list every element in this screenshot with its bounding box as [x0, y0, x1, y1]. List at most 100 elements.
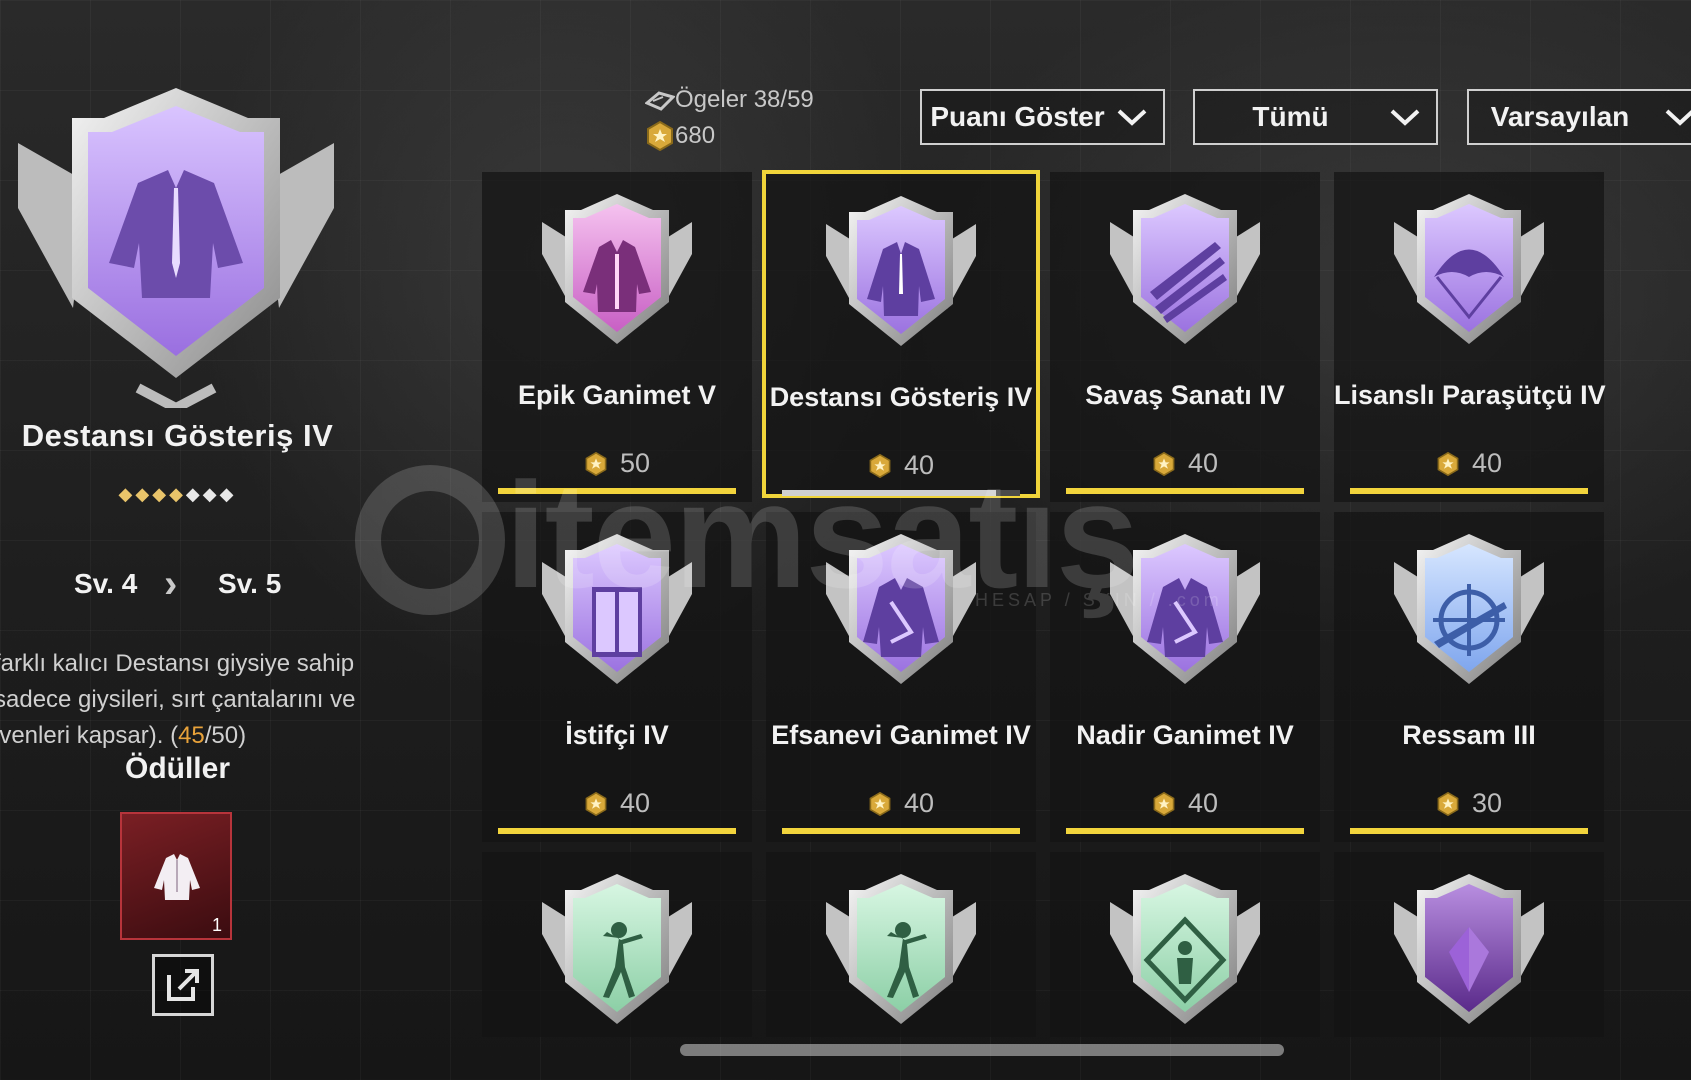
next-level: Sv. 5	[218, 568, 282, 599]
achievement-name: Destansı Gösteriş IV	[769, 382, 1033, 412]
star-filled-icon: ◆	[118, 484, 136, 504]
achievement-points: 40	[766, 788, 1036, 819]
suit-jacket-icon	[826, 196, 976, 346]
parachute-icon	[1394, 194, 1544, 344]
rewards-title: Ödüller	[124, 752, 230, 785]
progress-fill	[782, 490, 997, 496]
progress-bar	[782, 828, 1020, 834]
share-icon	[167, 969, 199, 1001]
progress-fill	[498, 828, 736, 834]
points-value: 50	[619, 448, 651, 478]
dropdown-label: Tümü	[1252, 101, 1329, 132]
chevron-right-icon: ›	[164, 562, 178, 606]
achievement-name: Epik Ganimet V	[517, 380, 717, 410]
points-value: 40	[1471, 448, 1503, 478]
points-value: 40	[903, 788, 935, 818]
share-button[interactable]	[152, 954, 214, 1016]
achievement-card[interactable]: Efsanevi Ganimet IV 40	[766, 512, 1036, 842]
points-coin-icon	[1153, 791, 1175, 816]
points-total: 680	[675, 122, 716, 149]
points-coin-icon	[1437, 451, 1459, 476]
collection-stats: Ögeler 38/59 680	[645, 82, 814, 154]
coat-icon	[826, 534, 976, 684]
current-level: Sv. 4	[74, 568, 138, 599]
achievement-card[interactable]: Ressam III 30	[1334, 512, 1604, 842]
achievement-card[interactable]: Lisanslı Paraşütçü IV 40	[1334, 172, 1606, 502]
horizontal-scrollbar[interactable]	[680, 1044, 1284, 1056]
items-count: Ögeler 38/59	[675, 86, 814, 113]
rifles-icon	[1110, 194, 1260, 344]
points-value: 30	[1471, 788, 1503, 818]
achievement-card[interactable]	[1334, 852, 1604, 1037]
selected-badge-icon	[18, 88, 334, 408]
achievement-points: 40	[1050, 788, 1320, 819]
achievement-name: Lisanslı Paraşütçü IV	[1334, 380, 1606, 410]
filter-dropdown[interactable]: Tümü	[1193, 89, 1438, 145]
achievement-points: 40	[1050, 448, 1320, 479]
coat-icon	[1110, 534, 1260, 684]
progress-bar	[498, 488, 736, 494]
reward-count: 1	[211, 915, 222, 935]
show-points-dropdown[interactable]: Puanı Göster	[920, 89, 1165, 145]
description-line: ivenleri kapsar). (45/50)	[0, 722, 247, 749]
description-line: sadece giysileri, sırt çantalarını ve	[0, 686, 356, 713]
points-coin-icon	[585, 451, 607, 476]
star-empty-icon: ◆	[202, 484, 220, 504]
achievement-points: 40	[1334, 448, 1604, 479]
progress-bar	[1066, 828, 1304, 834]
points-coin-icon	[869, 791, 891, 816]
star-filled-icon: ◆	[135, 484, 153, 504]
progress-bar	[782, 490, 1020, 496]
dropdown-label: Varsayılan	[1490, 101, 1630, 132]
points-value: 40	[903, 450, 935, 480]
locker-icon	[542, 534, 692, 684]
achievement-card[interactable]: İstifçi IV 40	[482, 512, 752, 842]
progress-bar	[1350, 828, 1588, 834]
dancer-icon	[542, 874, 692, 1024]
chevron-down-icon	[1390, 109, 1420, 126]
points-coin-icon	[1153, 451, 1175, 476]
progress-bar	[1066, 488, 1304, 494]
progress-fill	[498, 488, 736, 494]
achievement-card[interactable]: Destansı Gösteriş IV 40	[762, 170, 1040, 498]
progress-current: 45	[178, 722, 205, 749]
points-value: 40	[619, 788, 651, 818]
progress-bar	[498, 828, 736, 834]
dancer-icon	[826, 874, 976, 1024]
crosshair-rifle-icon	[1394, 534, 1544, 684]
achievement-description: farklı kalıcı Destansı giysiye sahip sad…	[0, 646, 374, 754]
achievement-card[interactable]: Nadir Ganimet IV 40	[1050, 512, 1320, 842]
achievement-card[interactable]: Savaş Sanatı IV 40	[1050, 172, 1320, 502]
sort-dropdown[interactable]: Varsayılan	[1467, 89, 1691, 145]
progress-bar	[1350, 488, 1588, 494]
level-progression: Sv. 4 › Sv. 5	[0, 560, 355, 610]
points-coin-icon	[1437, 791, 1459, 816]
star-filled-icon: ◆	[152, 484, 170, 504]
progress-fill	[1066, 828, 1304, 834]
dropdown-label: Puanı Göster	[930, 101, 1105, 132]
achievement-card[interactable]	[766, 852, 1036, 1037]
crystal-icon	[1394, 874, 1544, 1024]
reward-item[interactable]: 1	[120, 812, 232, 940]
selected-achievement-title: Destansı Gösteriş IV	[21, 418, 334, 453]
points-value: 40	[1187, 448, 1219, 478]
star-empty-icon: ◆	[219, 484, 237, 504]
progress-fill	[782, 828, 1020, 834]
jacket-icon	[542, 194, 692, 344]
progress-fill	[1350, 488, 1588, 494]
points-value: 40	[1187, 788, 1219, 818]
star-filled-icon: ◆	[169, 484, 186, 504]
progress-fill	[1350, 828, 1588, 834]
description-line: farklı kalıcı Destansı giysiye sahip	[0, 650, 355, 677]
achievement-card[interactable]: Epik Ganimet V 50	[482, 172, 752, 502]
points-coin-icon	[647, 121, 673, 151]
points-coin-icon	[585, 791, 607, 816]
chevron-down-icon	[1117, 109, 1147, 126]
achievement-detail-panel: Destansı Gösteriş IV ◆◆◆◆◆◆◆ Sv. 4 › Sv.…	[0, 0, 380, 1080]
achievement-card[interactable]	[482, 852, 752, 1037]
achievement-points: 40	[766, 450, 1036, 481]
items-icon	[645, 91, 675, 111]
progress-fill	[1066, 488, 1304, 494]
jacket-icon	[154, 854, 200, 900]
achievement-card[interactable]	[1050, 852, 1320, 1037]
